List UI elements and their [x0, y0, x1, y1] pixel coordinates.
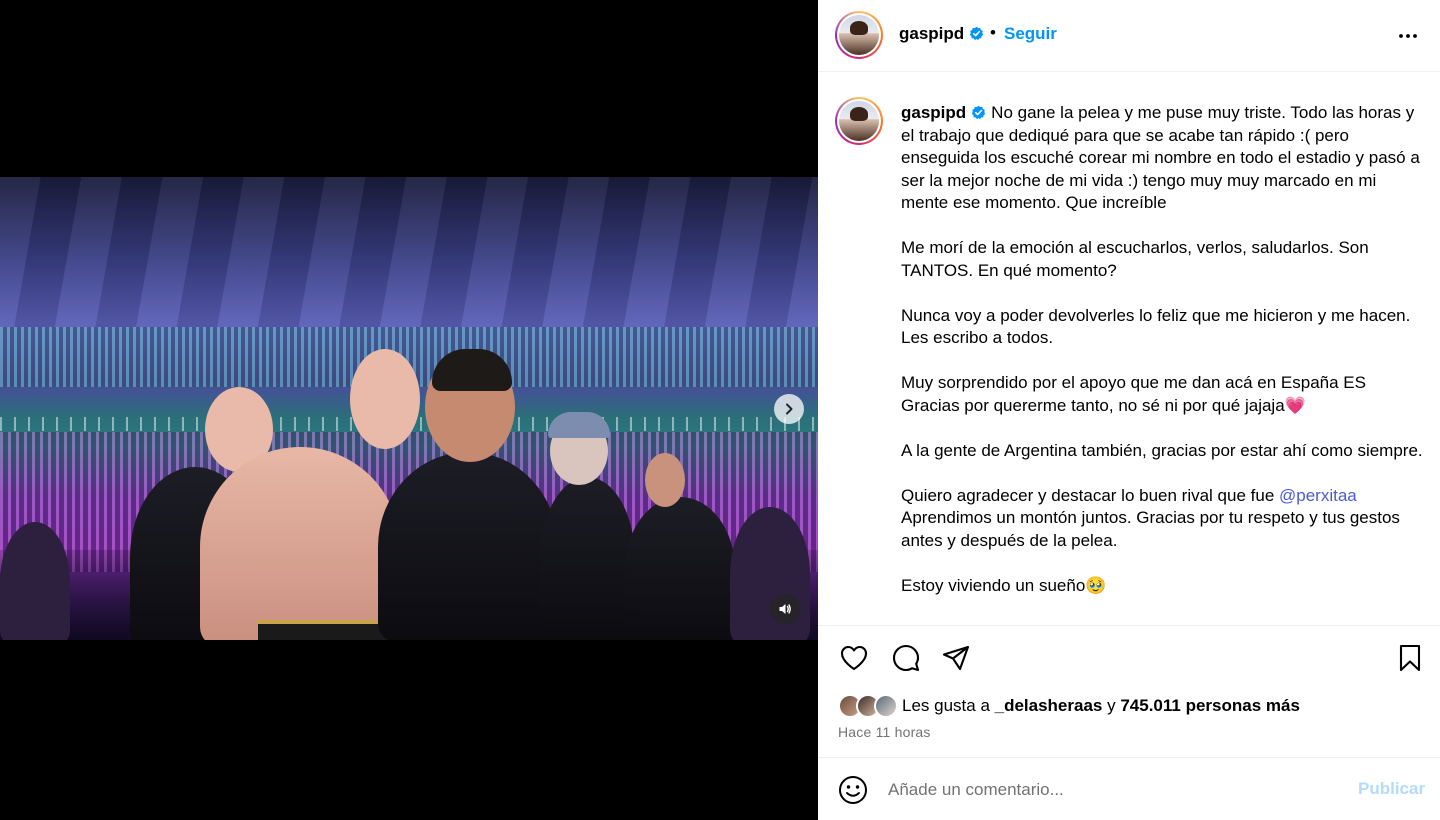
avatar-image	[839, 15, 879, 55]
heart-icon	[840, 645, 868, 671]
post-header: gaspipd • Seguir	[818, 0, 1440, 72]
caption-paragraph: Estoy viviendo un sueño🥹	[901, 575, 1107, 595]
comment-input[interactable]	[888, 778, 1338, 802]
caption-text-6: Quiero agradecer y destacar lo buen riva…	[901, 485, 1280, 505]
follow-button[interactable]: Seguir	[1004, 24, 1057, 44]
liker-avatar[interactable]	[874, 694, 898, 718]
caption-paragraph: A la gente de Argentina también, gracias…	[901, 440, 1423, 460]
speaker-icon	[779, 604, 791, 614]
verified-badge-icon	[971, 105, 986, 120]
person-right-1-cap	[548, 412, 610, 438]
boxer-waistband	[258, 620, 388, 640]
share-button[interactable]	[940, 642, 972, 674]
caption-paragraph: gaspipd No gane la pelea y me puse muy tr…	[901, 102, 1426, 215]
avatar-image	[839, 101, 879, 141]
more-horizontal-icon	[1399, 34, 1417, 38]
post-timestamp[interactable]: Hace 11 horas	[838, 724, 931, 740]
person-right-2-head	[645, 453, 685, 507]
comment-button[interactable]	[890, 642, 922, 674]
like-button[interactable]	[838, 642, 870, 674]
more-options-button[interactable]	[1396, 24, 1420, 48]
likes-text: Les gusta a _delasheraas y 745.011 perso…	[902, 696, 1300, 715]
publish-comment-button[interactable]: Publicar	[1358, 779, 1425, 799]
caption-paragraph: Quiero agradecer y destacar lo buen riva…	[901, 485, 1426, 553]
post-viewer: gaspipd • Seguir gaspipd No gane la pelea…	[0, 0, 1440, 820]
mention-link[interactable]: @perxitaa	[1279, 486, 1357, 505]
person-far-right	[730, 507, 810, 640]
header-separator: •	[990, 23, 996, 42]
caption-paragraph: Muy sorprendido por el apoyo que me dan …	[901, 373, 1366, 415]
media-area	[0, 0, 818, 820]
header-avatar[interactable]	[835, 11, 883, 59]
person-right-2	[625, 497, 735, 640]
header-username[interactable]: gaspipd	[899, 24, 984, 44]
person-right-1	[540, 477, 635, 640]
likes-count[interactable]: 745.011 personas más	[1120, 696, 1300, 715]
sound-toggle-button[interactable]	[770, 594, 800, 624]
boxer-body	[200, 447, 400, 640]
save-button[interactable]	[1394, 642, 1426, 674]
comment-bar: Publicar	[818, 757, 1440, 820]
caption-text-6b: Aprendimos un montón juntos. Gracias por…	[901, 508, 1400, 550]
emoji-button[interactable]	[838, 775, 868, 805]
caption-avatar[interactable]	[835, 97, 883, 145]
post-actions: Les gusta a _delasheraas y 745.011 perso…	[818, 625, 1440, 757]
caption-paragraph: Me morí de la emoción al escucharlos, ve…	[901, 238, 1369, 280]
verified-badge-icon	[969, 26, 984, 41]
liker-username[interactable]: _delasheraas	[995, 696, 1103, 715]
comment-icon	[892, 644, 920, 672]
post-side-panel: gaspipd • Seguir gaspipd No gane la pelea…	[818, 0, 1440, 820]
bookmark-icon	[1399, 644, 1421, 672]
send-icon	[942, 645, 970, 671]
smiley-icon	[839, 776, 867, 804]
stadium-roof	[0, 177, 818, 327]
caption-scroll-area[interactable]: gaspipd No gane la pelea y me puse muy tr…	[818, 73, 1440, 625]
post-caption: gaspipd No gane la pelea y me puse muy tr…	[901, 102, 1426, 620]
likes-summary: Les gusta a _delasheraas y 745.011 perso…	[838, 693, 1300, 719]
post-photo[interactable]	[0, 177, 818, 640]
caption-username[interactable]: gaspipd	[901, 103, 966, 122]
coach-body	[378, 452, 558, 640]
boxer-head	[350, 349, 420, 449]
caption-paragraph: Nunca voy a poder devolverles lo feliz q…	[901, 305, 1411, 348]
carousel-next-button[interactable]	[774, 394, 804, 424]
chevron-right-icon	[786, 403, 793, 415]
person-far-left	[0, 522, 70, 640]
